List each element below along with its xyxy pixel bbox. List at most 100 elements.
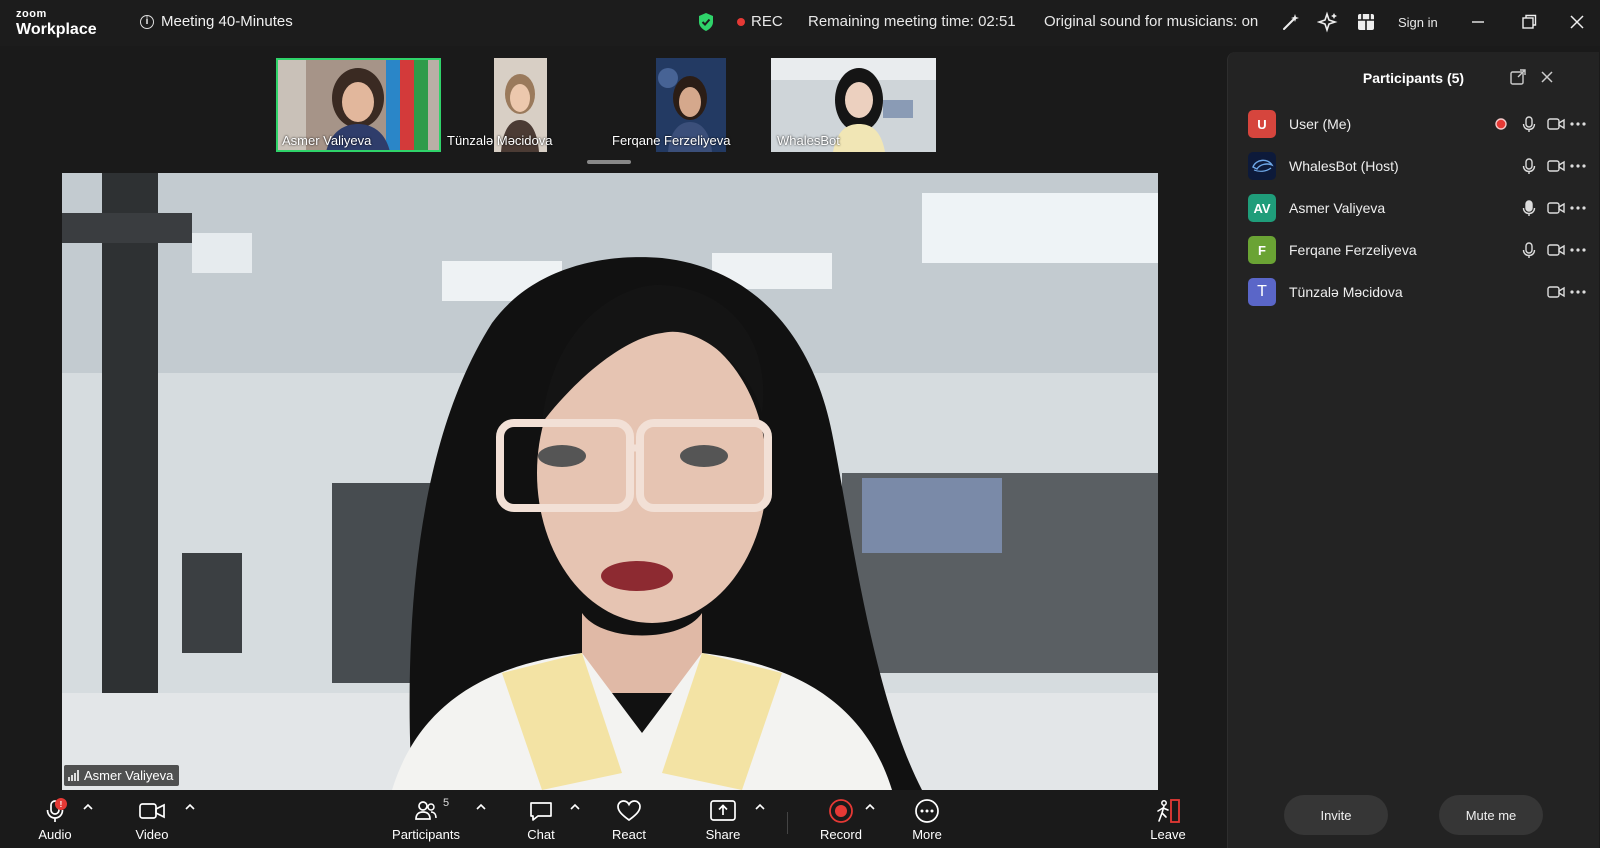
thumbnail-asmer-valiyeva[interactable]: Asmer Valiyeva (276, 58, 441, 152)
participant-icons (1488, 114, 1588, 134)
microphone-active-icon[interactable] (1519, 198, 1539, 218)
zoom-logo: zoom Workplace (16, 9, 97, 38)
meeting-info-button[interactable]: i Meeting 40-Minutes (140, 13, 293, 30)
share-options-chevron-up-icon[interactable] (753, 800, 767, 814)
original-sound-status[interactable]: Original sound for musicians: on (1044, 13, 1258, 30)
invite-button[interactable]: Invite (1284, 795, 1388, 835)
thumbnail-tunzale-mecidova[interactable]: Tünzalə Məcidova (441, 58, 606, 152)
remaining-value: 02:51 (978, 13, 1016, 30)
participants-panel: Participants (5) U User (Me) WhalesBot (… (1227, 52, 1599, 848)
video-camera-icon (139, 803, 165, 819)
avatar: AV (1248, 194, 1276, 222)
record-options-chevron-up-icon[interactable] (863, 800, 877, 814)
video-button[interactable]: Video (126, 790, 178, 848)
participant-icons (1488, 240, 1588, 260)
share-label: Share (705, 827, 741, 842)
restore-icon[interactable] (1518, 11, 1540, 33)
main-video-name: Asmer Valiyeva (84, 768, 174, 783)
thumbnail-name: WhalesBot (777, 133, 840, 148)
brand-line2: Workplace (16, 21, 97, 38)
mute-me-button[interactable]: Mute me (1439, 795, 1543, 835)
meeting-title: Meeting 40-Minutes (161, 13, 293, 30)
remaining-label: Remaining meeting time: (808, 13, 974, 30)
participant-name: WhalesBot (Host) (1289, 158, 1399, 174)
more-icon (915, 799, 939, 823)
video-camera-icon[interactable] (1546, 198, 1566, 218)
encryption-shield-icon[interactable] (697, 12, 715, 32)
react-button[interactable]: React (609, 790, 649, 848)
toolbar-divider (787, 812, 788, 834)
participant-row-tunzale-mecidova[interactable]: T Tünzalə Məcidova (1248, 277, 1588, 307)
microphone-icon[interactable] (1519, 114, 1539, 134)
recording-dot-icon (1495, 118, 1507, 130)
participants-count: 5 (443, 797, 450, 809)
participant-row-asmer-valiyeva[interactable]: AV Asmer Valiyeva (1248, 193, 1588, 223)
more-options-icon[interactable] (1568, 114, 1588, 134)
top-bar: zoom Workplace i Meeting 40-Minutes REC … (0, 0, 1600, 46)
video-camera-icon[interactable] (1546, 282, 1566, 302)
record-button[interactable]: Record (818, 790, 864, 848)
participant-name: Asmer Valiyeva (1289, 200, 1386, 216)
participant-row-whalesbot[interactable]: WhalesBot (Host) (1248, 151, 1588, 181)
thumbnail-name: Asmer Valiyeva (282, 133, 372, 148)
avatar: U (1248, 110, 1276, 138)
close-panel-icon[interactable] (1538, 68, 1556, 86)
rec-dot-icon (737, 17, 745, 26)
participant-row-user-me[interactable]: U User (Me) (1248, 109, 1588, 139)
more-options-icon[interactable] (1568, 240, 1588, 260)
audio-alert-badge: ! (55, 798, 67, 810)
video-options-chevron-up-icon[interactable] (183, 800, 197, 814)
audio-options-chevron-up-icon[interactable] (81, 800, 95, 814)
minimize-icon[interactable] (1467, 11, 1489, 33)
thumbnail-strip-resize-handle[interactable] (587, 160, 631, 164)
pop-out-icon[interactable] (1509, 68, 1527, 86)
participant-icons (1488, 282, 1588, 302)
thumbnail-whalesbot[interactable]: WhalesBot (771, 58, 936, 152)
participants-button[interactable]: Participants (391, 790, 461, 848)
participants-options-chevron-up-icon[interactable] (474, 800, 488, 814)
microphone-icon[interactable] (1519, 156, 1539, 176)
record-label: Record (820, 827, 862, 842)
ai-companion-icon[interactable] (1317, 11, 1339, 33)
main-video-name-tag: Asmer Valiyeva (64, 765, 180, 786)
apps-grid-icon[interactable] (1355, 11, 1377, 33)
recording-indicator[interactable]: REC (737, 13, 783, 30)
chat-button[interactable]: Chat (521, 790, 561, 848)
sign-in-link[interactable]: Sign in (1398, 15, 1438, 30)
main-video-feed[interactable]: Asmer Valiyeva (62, 173, 1158, 790)
close-window-icon[interactable] (1566, 11, 1588, 33)
more-options-icon[interactable] (1568, 198, 1588, 218)
magic-wand-icon[interactable] (1280, 11, 1302, 33)
whalesbot-logo-avatar (1248, 152, 1276, 180)
share-button[interactable]: Share (701, 790, 745, 848)
remaining-time: Remaining meeting time: 02:51 (808, 13, 1016, 30)
info-icon: i (140, 14, 154, 29)
participant-icons (1488, 198, 1588, 218)
record-icon (829, 799, 853, 823)
participant-name: User (Me) (1289, 116, 1352, 132)
meeting-controls-toolbar: Audio ! Video Participants 5 Chat React … (0, 790, 1220, 848)
video-thumbnail-strip: Asmer Valiyeva Tünzalə Məcidova Ferqane … (276, 58, 944, 152)
audio-button[interactable]: Audio (30, 790, 80, 848)
avatar: T (1248, 278, 1276, 306)
more-options-icon[interactable] (1568, 156, 1588, 176)
video-camera-icon[interactable] (1546, 156, 1566, 176)
participant-row-ferqane-ferzeliyeva[interactable]: F Ferqane Ferzeliyeva (1248, 235, 1588, 265)
leave-label: Leave (1150, 827, 1186, 842)
thumbnail-ferqane-ferzeliyeva[interactable]: Ferqane Ferzeliyeva (606, 58, 771, 152)
more-button[interactable]: More (907, 790, 947, 848)
microphone-icon[interactable] (1519, 240, 1539, 260)
react-label: React (612, 827, 646, 842)
participants-icon (415, 801, 437, 820)
rec-label: REC (751, 13, 783, 30)
leave-door-icon (1157, 799, 1180, 823)
more-options-icon[interactable] (1568, 282, 1588, 302)
chat-options-chevron-up-icon[interactable] (568, 800, 582, 814)
main-video-image (62, 173, 1158, 790)
video-camera-icon[interactable] (1546, 240, 1566, 260)
video-label: Video (135, 827, 169, 842)
video-camera-icon[interactable] (1546, 114, 1566, 134)
share-screen-icon (710, 800, 736, 821)
leave-button[interactable]: Leave (1148, 790, 1188, 848)
participant-name: Ferqane Ferzeliyeva (1289, 242, 1417, 258)
